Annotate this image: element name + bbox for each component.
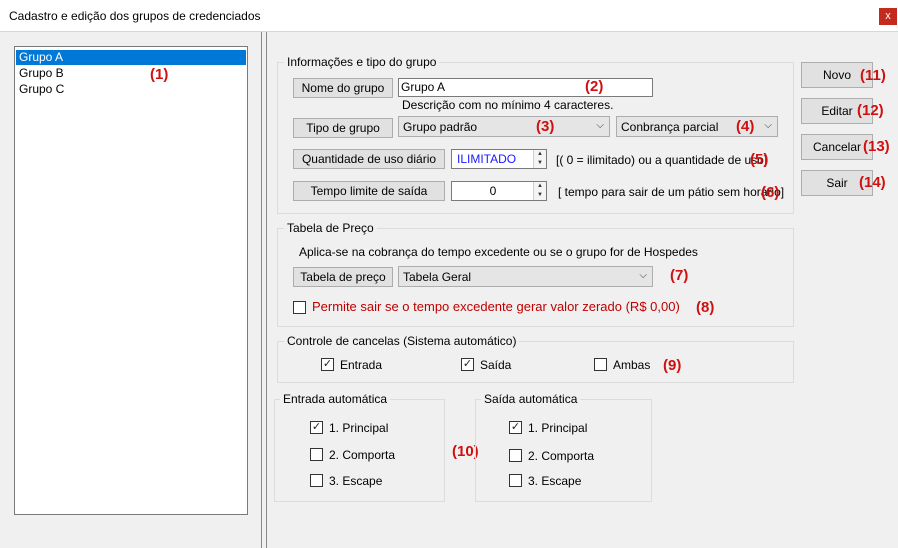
group-type-select[interactable]: Grupo padrão ⌵	[398, 116, 610, 137]
list-item[interactable]: Grupo A	[16, 50, 246, 65]
price-table-button[interactable]: Tabela de preço	[293, 267, 393, 287]
spin-up-icon[interactable]: ▲	[534, 182, 546, 191]
gate-saida-checkbox[interactable]: ✓	[461, 358, 474, 371]
gate-entrada-checkbox[interactable]: ✓	[321, 358, 334, 371]
zero-value-checkbox[interactable]	[293, 301, 306, 314]
zero-value-label: Permite sair se o tempo excedente gerar …	[312, 299, 680, 314]
spin-buttons[interactable]: ▲ ▼	[533, 150, 546, 168]
marker-7: (7)	[670, 267, 689, 284]
entry-comporta-checkbox[interactable]	[310, 448, 323, 461]
entry-principal-checkbox[interactable]: ✓	[310, 421, 323, 434]
entry-auto-group-label: Entrada automática	[280, 392, 391, 406]
group-type-value: Grupo padrão	[403, 119, 478, 134]
price-table-value: Tabela Geral	[403, 269, 472, 284]
spin-buttons[interactable]: ▲ ▼	[533, 182, 546, 200]
spin-down-icon[interactable]: ▼	[534, 159, 546, 168]
chevron-down-icon: ⌵	[596, 120, 604, 131]
price-description: Aplica-se na cobrança do tempo excedente…	[299, 245, 698, 259]
close-button[interactable]: x	[879, 8, 897, 25]
spin-up-icon[interactable]: ▲	[534, 150, 546, 159]
daily-usage-spinner[interactable]: ILIMITADO ▲ ▼	[451, 149, 547, 169]
marker-6: (6)	[761, 184, 780, 201]
price-table-select[interactable]: Tabela Geral ⌵	[398, 266, 653, 287]
spin-down-icon[interactable]: ▼	[534, 191, 546, 200]
price-group-label: Tabela de Preço	[284, 221, 377, 235]
info-group-label: Informações e tipo do grupo	[284, 55, 440, 69]
exit-escape-checkbox[interactable]	[509, 474, 522, 487]
group-name-input[interactable]: Grupo A	[398, 78, 653, 97]
marker-5: (5)	[750, 151, 769, 168]
entry-escape-checkbox[interactable]	[310, 474, 323, 487]
exit-comporta-label: 2. Comporta	[528, 449, 595, 463]
list-item[interactable]: Grupo C	[16, 82, 246, 97]
daily-usage-hint: [( 0 = ilimitado) ou a quantidade de uso…	[556, 153, 768, 167]
charge-type-value: Conbrança parcial	[621, 119, 719, 134]
panel-divider	[266, 32, 267, 548]
group-type-button[interactable]: Tipo de grupo	[293, 118, 393, 138]
entry-comporta-label: 2. Comporta	[329, 448, 396, 462]
entry-principal-label: 1. Principal	[329, 421, 389, 435]
time-limit-value: 0	[489, 184, 497, 198]
gate-saida-label: Saída	[480, 358, 512, 372]
group-listbox[interactable]: Grupo A Grupo B Grupo C	[14, 46, 248, 515]
gates-group-label: Controle de cancelas (Sistema automático…	[284, 334, 520, 348]
title-bar: Cadastro e edição dos grupos de credenci…	[0, 0, 898, 32]
marker-3: (3)	[536, 118, 555, 135]
marker-9: (9)	[663, 357, 682, 374]
marker-1: (1)	[150, 66, 169, 83]
entry-escape-label: 3. Escape	[329, 474, 383, 488]
group-name-hint: Descrição com no mínimo 4 caracteres.	[402, 98, 614, 112]
marker-2: (2)	[585, 78, 604, 95]
gate-ambas-label: Ambas	[613, 358, 651, 372]
marker-4: (4)	[736, 118, 755, 135]
marker-13: (13)	[863, 138, 890, 155]
daily-usage-button[interactable]: Quantidade de uso diário	[293, 149, 445, 169]
marker-14: (14)	[859, 174, 886, 191]
time-limit-spinner[interactable]: 0 ▲ ▼	[451, 181, 547, 201]
daily-usage-value: ILIMITADO	[457, 152, 517, 166]
marker-8: (8)	[696, 299, 715, 316]
chevron-down-icon: ⌵	[764, 120, 772, 131]
exit-principal-checkbox[interactable]: ✓	[509, 421, 522, 434]
exit-auto-group-label: Saída automática	[481, 392, 581, 406]
gate-ambas-checkbox[interactable]	[594, 358, 607, 371]
marker-11: (11)	[860, 67, 886, 84]
exit-escape-label: 3. Escape	[528, 474, 582, 488]
chevron-down-icon: ⌵	[639, 270, 647, 281]
marker-12: (12)	[857, 102, 884, 119]
time-limit-hint: [ tempo para sair de um pátio sem horári…	[558, 185, 785, 199]
time-limit-button[interactable]: Tempo limite de saída	[293, 181, 445, 201]
group-name-button[interactable]: Nome do grupo	[293, 78, 393, 98]
list-item[interactable]: Grupo B	[16, 66, 246, 81]
gate-entrada-label: Entrada	[340, 358, 383, 372]
exit-comporta-checkbox[interactable]	[509, 449, 522, 462]
exit-principal-label: 1. Principal	[528, 421, 588, 435]
window-title: Cadastro e edição dos grupos de credenci…	[9, 9, 261, 23]
